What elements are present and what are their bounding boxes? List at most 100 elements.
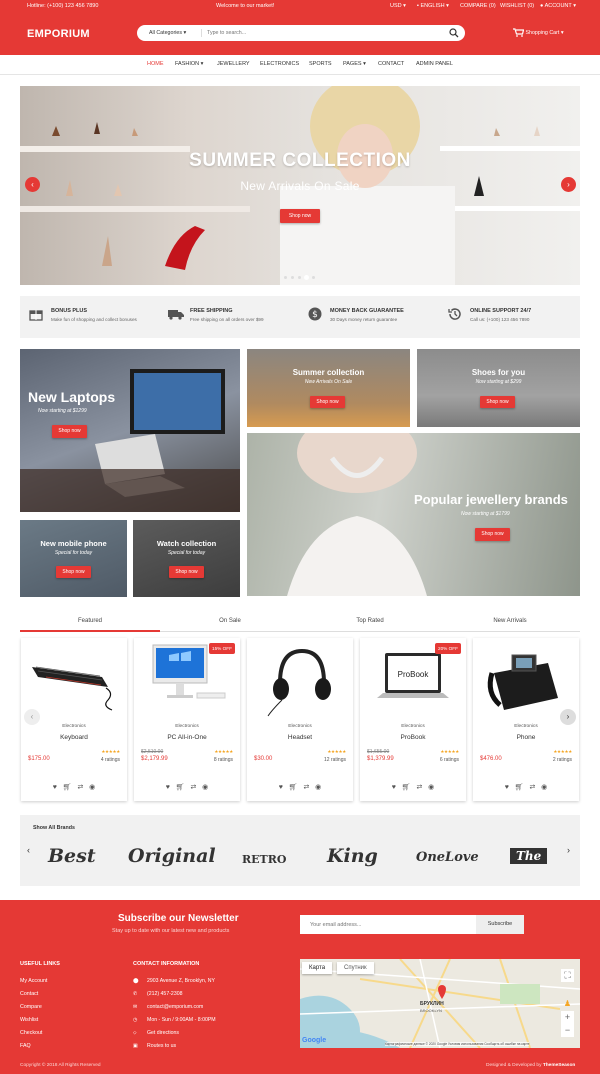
tab-on-sale[interactable]: On Sale [160,618,300,624]
wishlist-icon[interactable]: ♥ [166,784,170,791]
nav-admin-panel[interactable]: ADMIN PANEL [416,61,453,67]
contact-routes[interactable]: ▣ Routes to us [133,1043,176,1049]
quick-view-icon[interactable]: ◉ [89,784,95,791]
slide-dot[interactable] [284,276,287,279]
footer-link-contact[interactable]: Contact [20,991,38,997]
product-name[interactable]: PC All-in-One [134,734,240,741]
tab-new-arrivals[interactable]: New Arrivals [440,618,580,624]
slide-dot[interactable] [312,276,315,279]
zoom-out-button[interactable]: − [561,1024,574,1037]
language-select[interactable]: ▪ ENGLISH ▾ [417,0,449,12]
footer-link-wishlist[interactable]: Wishlist [20,1017,38,1023]
nav-pages[interactable]: PAGES ▾ [343,61,366,67]
quick-view-icon[interactable]: ◉ [428,784,434,791]
product-name[interactable]: Phone [473,734,579,741]
cart-button[interactable]: Shopping Cart ▾ [513,28,564,37]
search-icon[interactable] [449,28,459,38]
search-input[interactable] [207,28,445,38]
brand-logo[interactable]: Original [128,845,216,867]
brand-logo[interactable]: The [510,848,548,864]
account-link[interactable]: ● ACCOUNT ▾ [540,0,576,12]
cart-icon[interactable]: 🛒︎ [176,784,185,791]
promo-summer-collection[interactable]: Summer collection New Arrivals On Sale S… [247,349,410,427]
contact-directions[interactable]: ⬦ Get directions [133,1030,179,1037]
quick-view-icon[interactable]: ◉ [315,784,321,791]
promo-watch[interactable]: Watch collection Special for today Shop … [133,520,240,597]
wishlist-icon[interactable]: ♥ [53,784,57,791]
compare-icon[interactable]: ⇄ [529,784,535,791]
map-tab-map[interactable]: Карта [302,962,333,974]
zoom-in-button[interactable]: + [561,1011,574,1024]
hero-shop-button[interactable]: Shop now [280,209,320,223]
nav-fashion[interactable]: FASHION ▾ [175,61,203,67]
footer-link-compare[interactable]: Compare [20,1004,42,1010]
slide-dot[interactable] [291,276,294,279]
wishlist-icon[interactable]: ♥ [279,784,283,791]
footer-link-my-account[interactable]: My Account [20,978,47,984]
compare-icon[interactable]: ⇄ [77,784,83,791]
cart-icon[interactable]: 🛒︎ [402,784,411,791]
tab-featured[interactable]: Featured [20,618,160,624]
currency-select[interactable]: USD ▾ [390,0,406,12]
map-fullscreen-button[interactable]: ⛶ [561,969,574,982]
nav-home[interactable]: HOME [147,61,164,67]
tab-top-rated[interactable]: Top Rated [300,618,440,624]
products-next-arrow[interactable]: › [560,709,576,725]
cart-icon[interactable]: 🛒︎ [63,784,72,791]
quick-view-icon[interactable]: ◉ [541,784,547,791]
nav-sports[interactable]: SPORTS [309,61,332,67]
wishlist-icon[interactable]: ♥ [392,784,396,791]
product-name[interactable]: Keyboard [21,734,127,741]
promo-mobile[interactable]: New mobile phone Special for today Shop … [20,520,127,597]
brands-next-arrow[interactable]: › [567,845,570,855]
products-prev-arrow[interactable]: ‹ [24,709,40,725]
nav-electronics[interactable]: ELECTRONICS [260,61,299,67]
promo-shop-button[interactable]: Shop now [169,566,204,578]
product-card[interactable]: 15% OFF Electronics PC All-in-One $2,510… [134,638,240,801]
compare-icon[interactable]: ⇄ [190,784,196,791]
promo-laptops[interactable]: New Laptops Now starting at $1299 Shop n… [20,349,240,512]
promo-shop-button[interactable]: Shop now [475,528,510,541]
slide-dot[interactable] [298,276,301,279]
footer-link-checkout[interactable]: Checkout [20,1030,42,1036]
credit-link[interactable]: ThemeSeason [543,1063,576,1068]
promo-shop-button[interactable]: Shop now [52,425,87,438]
nav-contact[interactable]: CONTACT [378,61,404,67]
brand-logo[interactable]: RETRO [242,853,286,866]
cart-icon[interactable]: 🛒︎ [289,784,298,791]
product-name[interactable]: ProBook [360,734,466,741]
slide-dot-active[interactable] [304,275,309,280]
promo-shop-button[interactable]: Shop now [480,396,515,408]
subscribe-button[interactable]: Subscribe [476,915,524,934]
contact-email[interactable]: ✉ contact@emporium.com [133,1004,203,1010]
promo-shoes[interactable]: Shoes for you Now starting at $299 Shop … [417,349,580,427]
map[interactable]: Карта Спутник БРУКЛИН BROOKLYN ⛶ ♟ + − Go… [300,959,580,1048]
product-card[interactable]: Electronics Headset $30.00 ★★★★★ 12 rati… [247,638,353,801]
promo-shop-button[interactable]: Shop now [56,566,91,578]
category-select[interactable]: All Categories ▾ [149,25,186,41]
show-all-brands-link[interactable]: Show All Brands [33,825,75,831]
wishlist-link[interactable]: WISHLIST (0) [500,0,534,12]
compare-link[interactable]: COMPARE (0) [460,0,496,12]
wishlist-icon[interactable]: ♥ [505,784,509,791]
brands-prev-arrow[interactable]: ‹ [27,845,30,855]
product-card[interactable]: ProBook 20% OFF Electronics ProBook $1,6… [360,638,466,801]
compare-icon[interactable]: ⇄ [303,784,309,791]
pegman-icon[interactable]: ♟ [563,999,572,1009]
footer-link-faq[interactable]: FAQ [20,1043,31,1049]
brand-logo[interactable]: OneLove [416,850,479,865]
brand-logo[interactable]: Best [48,845,96,867]
map-tab-satellite[interactable]: Спутник [337,962,374,974]
cart-icon[interactable]: 🛒︎ [515,784,524,791]
promo-jewellery[interactable]: Popular jewellery brands Now starting at… [247,433,580,596]
promo-shop-button[interactable]: Shop now [310,396,345,408]
brand-logo[interactable]: King [327,845,378,867]
hero-next-arrow[interactable]: › [561,177,576,192]
newsletter-email-input[interactable] [300,915,476,934]
hero-prev-arrow[interactable]: ‹ [25,177,40,192]
nav-jewellery[interactable]: JEWELLERY [217,61,250,67]
product-name[interactable]: Headset [247,734,353,741]
logo[interactable]: EMPORIUM [27,28,90,40]
quick-view-icon[interactable]: ◉ [202,784,208,791]
compare-icon[interactable]: ⇄ [416,784,422,791]
